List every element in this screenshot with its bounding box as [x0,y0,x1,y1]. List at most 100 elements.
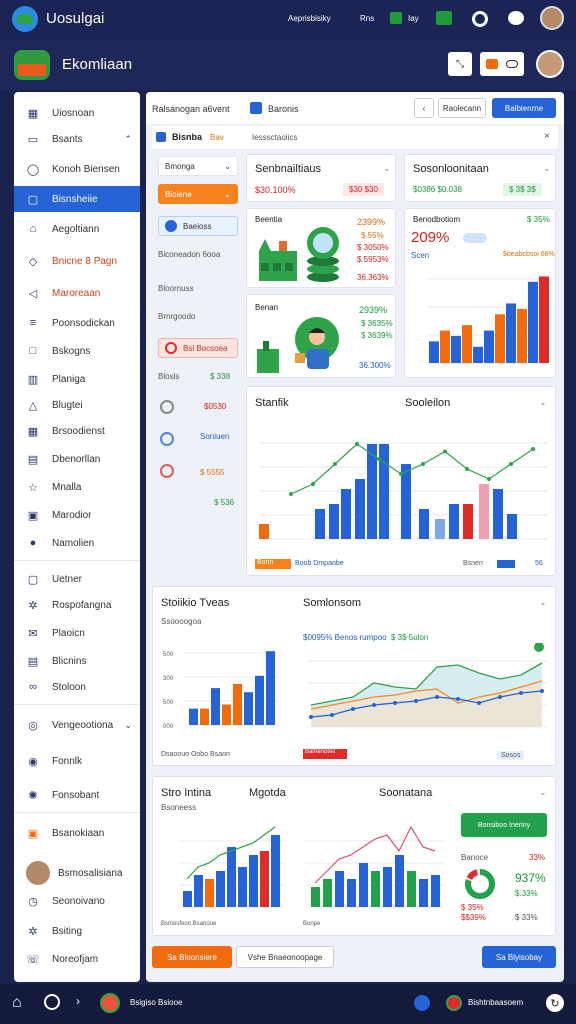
bar-line-chart [179,826,285,908]
stat-d: $ 33% [515,913,538,922]
sidebar-item[interactable]: ∞ Stoloon [14,674,140,700]
sidebar-item[interactable]: ✺ Fonsobant [14,782,140,808]
series-point [333,462,337,466]
chevron-down-icon[interactable]: ⌄ [543,163,551,174]
settings-icon[interactable] [472,11,488,27]
bar [341,489,351,539]
sidebar-item[interactable]: ▢ Bisnsheiie [14,186,140,212]
settings-icon: ✺ [28,789,38,802]
sidebar-item[interactable]: ✉ Plaoicn [14,620,140,646]
chevron-down-icon: ⌄ [224,189,231,199]
outline-footer-button[interactable]: Vshe Bnaeonoopage [236,946,334,968]
header-avatar[interactable] [536,50,564,78]
close-icon[interactable]: × [544,131,550,142]
globe-icon[interactable] [12,6,38,32]
green-action-button[interactable]: Bonsiboo Ineriny [461,813,547,837]
chevron-down-icon[interactable]: ⌄ [539,787,547,798]
page-icon: ▤ [27,655,39,668]
bottom-right-label[interactable]: Bishtnbaasoem [468,998,523,1007]
chevron-up-icon[interactable]: ⌃ [124,134,132,145]
sidebar-item[interactable]: ◁ Maroreaan [14,280,140,306]
sidebar-item[interactable]: ▤ Dbenorllan [14,446,140,472]
stat-row-value: $ 338 [210,372,231,381]
circle-nav-icon[interactable] [44,994,60,1010]
chevron-down-icon[interactable]: ⌄ [539,597,547,608]
alert-icon [160,464,174,478]
nav-chip-2[interactable]: Iay [408,14,419,23]
option-row-1[interactable]: Biconeadon 6ooa [158,250,220,259]
primary-button[interactable]: Balbienrne [492,98,556,118]
chart-title: Mgotda [249,787,286,799]
sidebar-item[interactable]: △ Blugtei [14,392,140,418]
sidebar-item[interactable]: ▦ Uiosnoan [14,100,140,126]
sidebar-item[interactable]: ◉ Fonnlk [14,748,140,774]
sidebar-item[interactable]: ✲ Rospofangna [14,592,140,618]
status-icon[interactable] [414,995,430,1011]
chevron-right-icon[interactable]: › [76,994,80,1008]
sidebar-item[interactable]: ✲ Bsiting [14,918,140,944]
chevron-down-icon[interactable]: ⌄ [539,397,547,408]
card-value: $.55% [361,231,384,240]
chevron-down-icon[interactable]: ⌄ [383,163,391,174]
breadcrumb-page[interactable]: Baronis [268,104,299,114]
marker-icon [534,643,544,652]
card-title: Sosonloonitaan [413,163,489,175]
option-row-2[interactable]: Bloornuss [158,284,194,293]
lock-icon: ▣ [27,509,39,522]
series-point [456,697,460,701]
stat-b: $.33% [515,889,538,898]
sidebar-item[interactable]: ◯ Konoh Biensen [14,156,140,182]
bottom-app-label[interactable]: Bsigiso Bsiooe [130,998,182,1007]
red-chip[interactable]: Bsl Bocsoea [158,338,238,358]
user-avatar[interactable] [540,6,564,30]
toggle-button[interactable] [480,52,524,76]
left-panel: Bmonga ⌄ Bioiene ⌄ Baeioss Biconeadon 6ooa… [152,152,238,516]
blue-chip[interactable]: Baeioss [158,216,238,236]
sidebar-item[interactable]: ☆ Mnalla [14,474,140,500]
sidebar-item-label: Blugtei [52,399,83,411]
sidebar-item[interactable]: ▣ Bsanokiaan [14,820,140,846]
sidebar-item[interactable]: ⌂ Aegoltiann [14,216,140,242]
sidebar-item[interactable]: ☏ Noreofjam [14,946,140,972]
sidebar-item[interactable]: Bsmosalisiana [14,856,140,890]
chevron-down-icon: ⌄ [224,161,231,171]
sidebar-item[interactable]: ▣ Marodior [14,502,140,528]
sidebar-item[interactable]: ▤ Blicnins [14,648,140,674]
refresh-icon[interactable]: ↻ [546,994,564,1012]
select-dropdown[interactable]: Bmonga ⌄ [158,156,238,176]
chat-bubble-icon[interactable] [508,11,524,25]
sidebar-item[interactable]: ▭ Bsants ⌃ [14,126,140,152]
sidebar-item[interactable]: ◷ Seonoivano [14,888,140,914]
chevron-down-icon[interactable]: ⌄ [124,720,132,731]
option-row-3[interactable]: Brnrgoodo [158,312,195,321]
legend-item: Dsaoouo Oobo Bsaon [161,751,230,758]
alert-app-icon[interactable] [446,995,462,1011]
breadcrumb[interactable]: Ralsanogan a6vent [152,104,230,114]
sidebar-item[interactable]: □ Bskogns [14,338,140,364]
sidebar-item[interactable]: ◇ Bnicne 8 Pagn [14,248,140,274]
card-badge: $ 3$ 3$ [503,183,542,196]
blue-footer-button[interactable]: Sa Blyisobay [482,946,556,968]
sidebar-item[interactable]: ● Namolien [14,530,140,556]
sidebar-item[interactable]: ▢ Uetner [14,566,140,592]
series-point [372,703,376,707]
sidebar-item[interactable]: ◎ Vengeootiona ⌄ [14,712,140,738]
home-icon[interactable]: ⌂ [12,994,22,1012]
card-value: 36.363% [357,273,389,282]
bar [419,879,428,907]
expand-icon[interactable]: ⤡ [448,52,472,76]
app-icon[interactable] [100,993,120,1013]
sidebar-item[interactable]: ≡ Poonsodickan [14,310,140,336]
bar [183,891,192,907]
card-value: 2939% [359,305,388,315]
sidebar-item[interactable]: ▦ Brsoodienst [14,418,140,444]
back-button[interactable]: ‹ [414,98,434,118]
bar-summary-card: Benodbotiom $ 35% 209% Scen $oeabcbsoi 6… [404,208,556,378]
nav-link[interactable]: Aeprisbisiky [288,14,331,23]
orange-select[interactable]: Bioiene ⌄ [158,184,238,204]
orange-footer-button[interactable]: Sa Bloonsiere [152,946,232,968]
nav-chip-1[interactable]: Rns [360,14,374,23]
sidebar-item[interactable]: ▥ Planiga [14,366,140,392]
grid-app-icon[interactable] [436,11,452,25]
secondary-button[interactable]: Raolecann [438,98,486,118]
